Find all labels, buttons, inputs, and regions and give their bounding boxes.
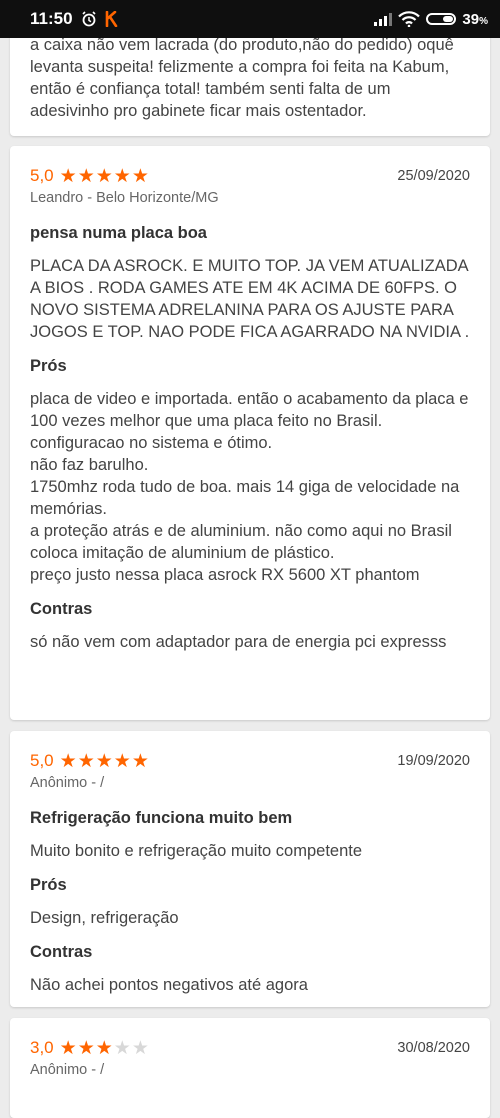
review-date: 19/09/2020 xyxy=(397,753,470,769)
cons-heading: Contras xyxy=(30,600,93,618)
rating-row: 3,0 ★ ★ ★ ★ ★ 30/08/2020 xyxy=(30,1038,470,1058)
review-date: 30/08/2020 xyxy=(397,1040,470,1056)
cons-text: só não vem com adaptador para de energia… xyxy=(30,633,447,651)
star-filled-icon: ★ xyxy=(113,750,131,772)
pros-heading: Prós xyxy=(30,876,67,894)
star-filled-icon: ★ xyxy=(59,165,77,187)
star-filled-icon: ★ xyxy=(95,750,113,772)
star-filled-icon: ★ xyxy=(95,165,113,187)
review-body: PLACA DA ASROCK. E MUITO TOP. JA VEM ATU… xyxy=(30,257,470,341)
pros-text: placa de video e importada. então o acab… xyxy=(30,390,469,584)
review-card: 3,0 ★ ★ ★ ★ ★ 30/08/2020 Anônimo - / xyxy=(10,1018,490,1118)
signal-icon xyxy=(374,12,393,26)
star-empty-icon: ★ xyxy=(113,1037,131,1059)
battery-icon xyxy=(426,13,457,25)
rating-row: 5,0 ★ ★ ★ ★ ★ 19/09/2020 xyxy=(30,751,470,771)
alarm-icon xyxy=(81,11,96,27)
star-rating: ★ ★ ★ ★ ★ xyxy=(60,1039,149,1058)
pros-heading: Prós xyxy=(30,357,67,375)
star-filled-icon: ★ xyxy=(95,1037,113,1059)
review-card: 5,0 ★ ★ ★ ★ ★ 25/09/2020 Leandro - Belo Hori… xyxy=(10,146,490,720)
star-rating: ★ ★ ★ ★ ★ xyxy=(60,167,149,186)
star-rating: ★ ★ ★ ★ ★ xyxy=(60,752,149,771)
star-filled-icon: ★ xyxy=(59,1037,77,1059)
star-filled-icon: ★ xyxy=(77,165,95,187)
star-filled-icon: ★ xyxy=(113,165,131,187)
cons-text: Não achei pontos negativos até agora xyxy=(30,976,308,994)
review-author: Leandro - Belo Horizonte/MG xyxy=(30,190,219,206)
rating-value: 5,0 xyxy=(30,166,54,185)
review-body: a caixa não vem lacrada (do produto,não … xyxy=(30,36,454,120)
review-body: Muito bonito e refrigeração muito compet… xyxy=(30,842,363,860)
rating-row: 5,0 ★ ★ ★ ★ ★ 25/09/2020 xyxy=(30,166,470,186)
review-card: 5,0 ★ ★ ★ ★ ★ 19/09/2020 Anônimo - / Refrige… xyxy=(10,731,490,1007)
review-date: 25/09/2020 xyxy=(397,168,470,184)
star-filled-icon: ★ xyxy=(77,1037,95,1059)
battery-level xyxy=(443,16,454,22)
battery-percent: 39% xyxy=(462,10,488,28)
pros-text: Design, refrigeração xyxy=(30,909,179,927)
star-filled-icon: ★ xyxy=(131,750,149,772)
status-bar: 11:50 39% xyxy=(0,0,500,38)
review-title: pensa numa placa boa xyxy=(30,224,207,242)
review-author: Anônimo - / xyxy=(30,775,105,791)
review-title: Refrigeração funciona muito bem xyxy=(30,809,293,827)
star-empty-icon: ★ xyxy=(131,1037,149,1059)
star-filled-icon: ★ xyxy=(131,165,149,187)
kabum-notification-icon xyxy=(105,11,117,27)
rating-value: 5,0 xyxy=(30,751,54,770)
clock: 11:50 xyxy=(30,9,73,28)
wifi-icon xyxy=(398,11,421,27)
star-filled-icon: ★ xyxy=(59,750,77,772)
rating-value: 3,0 xyxy=(30,1038,54,1057)
cons-heading: Contras xyxy=(30,943,93,961)
review-author: Anônimo - / xyxy=(30,1062,105,1078)
star-filled-icon: ★ xyxy=(77,750,95,772)
